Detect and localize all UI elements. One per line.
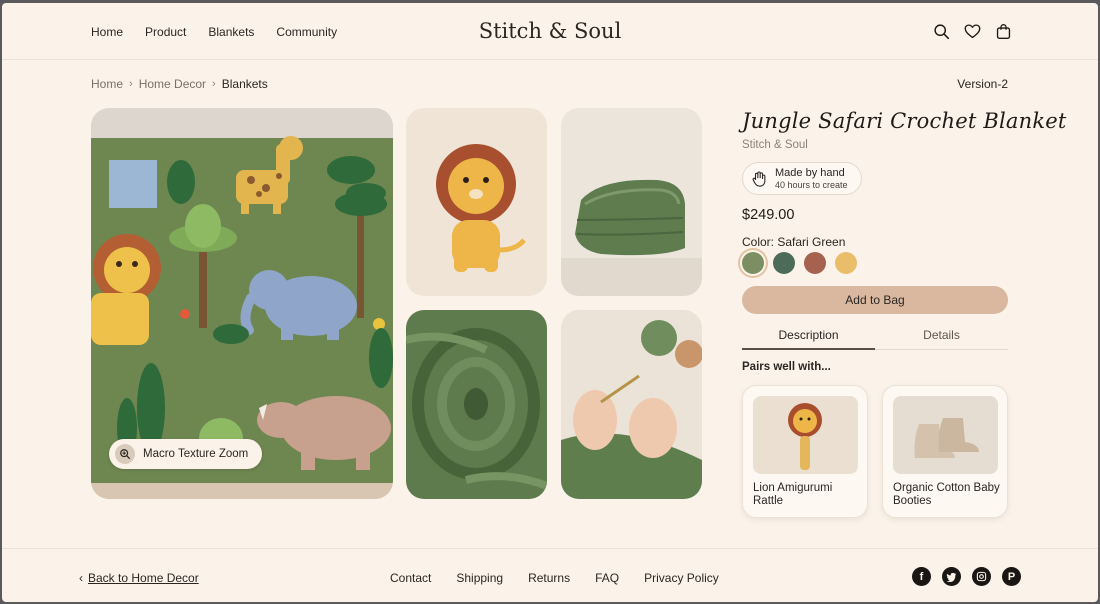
- main-product-image[interactable]: Macro Texture Zoom: [91, 108, 393, 499]
- color-label: Color: Safari Green: [742, 235, 846, 249]
- thumbnail-crocheting[interactable]: [561, 310, 702, 499]
- made-by-hand-label: Made by hand: [775, 166, 845, 179]
- product-title: Jungle Safari Crochet Blanket: [742, 109, 1067, 133]
- color-swatches: [742, 252, 857, 274]
- facebook-icon[interactable]: f: [912, 567, 931, 586]
- swatch-mustard[interactable]: [835, 252, 857, 274]
- tab-description[interactable]: Description: [742, 328, 875, 350]
- product-maker[interactable]: Stitch & Soul: [742, 139, 808, 151]
- product-price: $249.00: [742, 207, 795, 223]
- folded-blanket-image: [561, 108, 702, 296]
- swatch-dark-green[interactable]: [773, 252, 795, 274]
- pair-card-booties[interactable]: Organic Cotton Baby Booties: [882, 385, 1008, 518]
- blanket-texture-image: [406, 310, 547, 499]
- booties-image: [893, 396, 998, 474]
- search-icon[interactable]: [933, 23, 950, 40]
- chevron-right-icon: ›: [129, 78, 133, 90]
- rattle-image: [753, 396, 858, 474]
- site-footer: ‹ Back to Home Decor Contact Shipping Re…: [2, 548, 1098, 602]
- hours-to-create-label: 40 hours to create: [775, 179, 848, 190]
- made-by-hand-text: Made by hand 40 hours to create: [775, 167, 848, 191]
- chevron-left-icon: ‹: [79, 571, 83, 585]
- made-by-hand-badge: Made by hand 40 hours to create: [742, 162, 862, 195]
- thumbnail-texture[interactable]: [406, 310, 547, 499]
- footer-returns[interactable]: Returns: [528, 571, 570, 585]
- pair-card-rattle[interactable]: Lion Amigurumi Rattle: [742, 385, 868, 518]
- breadcrumb-blankets: Blankets: [221, 77, 268, 91]
- instagram-icon[interactable]: [972, 567, 991, 586]
- heart-icon[interactable]: [964, 23, 981, 40]
- add-to-bag-button[interactable]: Add to Bag: [742, 286, 1008, 314]
- footer-links: Contact Shipping Returns FAQ Privacy Pol…: [390, 571, 719, 585]
- breadcrumb-home[interactable]: Home: [91, 77, 123, 91]
- back-to-home-decor-link[interactable]: ‹ Back to Home Decor: [79, 571, 199, 585]
- pair-name-booties: Organic Cotton Baby Booties: [893, 482, 1000, 507]
- footer-shipping[interactable]: Shipping: [456, 571, 503, 585]
- pairs-well-heading: Pairs well with...: [742, 361, 831, 373]
- twitter-icon[interactable]: [942, 567, 961, 586]
- thumbnail-folded-blanket[interactable]: [561, 108, 702, 296]
- social-links: f P: [912, 567, 1021, 586]
- app-frame: Home Product Blankets Community Stitch &…: [2, 3, 1098, 602]
- thumbnail-lion-amigurumi[interactable]: [406, 108, 547, 296]
- bag-icon[interactable]: [995, 23, 1012, 40]
- header-actions: [933, 23, 1012, 40]
- pinterest-icon[interactable]: P: [1002, 567, 1021, 586]
- back-link-label: Back to Home Decor: [88, 571, 199, 585]
- macro-zoom-button[interactable]: Macro Texture Zoom: [109, 439, 263, 469]
- footer-faq[interactable]: FAQ: [595, 571, 619, 585]
- breadcrumb-home-decor[interactable]: Home Decor: [139, 77, 206, 91]
- chevron-right-icon: ›: [212, 78, 216, 90]
- macro-zoom-label: Macro Texture Zoom: [143, 448, 249, 460]
- hands-crocheting-image: [561, 310, 702, 499]
- zoom-in-icon: [115, 444, 135, 464]
- swatch-safari-green[interactable]: [742, 252, 764, 274]
- pair-name-rattle: Lion Amigurumi Rattle: [753, 482, 833, 507]
- version-label: Version-2: [957, 77, 1008, 91]
- site-header: Home Product Blankets Community Stitch &…: [2, 3, 1098, 60]
- product-tabs: Description Details: [742, 328, 1008, 350]
- footer-contact[interactable]: Contact: [390, 571, 431, 585]
- hand-icon: [751, 170, 769, 188]
- lion-amigurumi-image: [406, 108, 547, 296]
- swatch-terracotta[interactable]: [804, 252, 826, 274]
- breadcrumb: Home › Home Decor › Blankets: [91, 77, 268, 91]
- tab-details[interactable]: Details: [875, 328, 1008, 349]
- footer-privacy[interactable]: Privacy Policy: [644, 571, 719, 585]
